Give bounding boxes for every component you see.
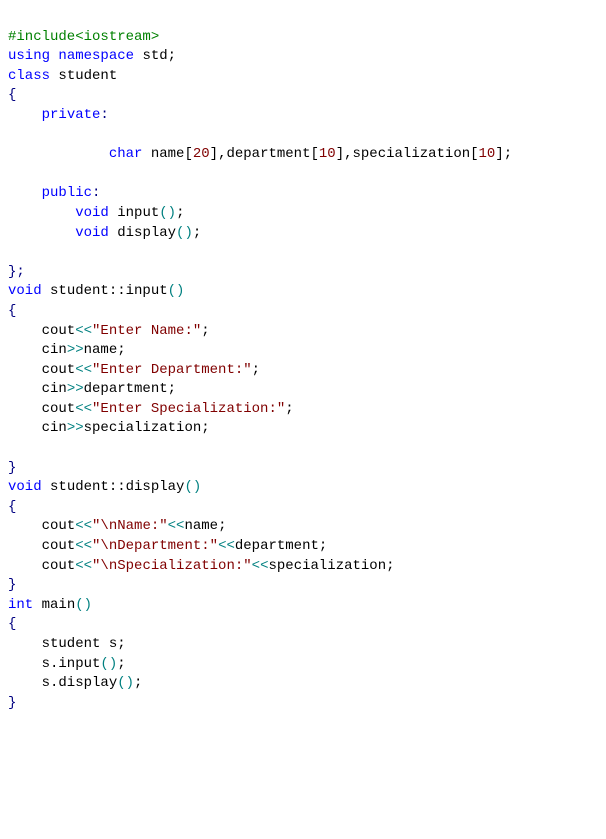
code-line: void display();: [8, 224, 598, 244]
code-line: cout<<"Enter Department:";: [8, 361, 598, 381]
code-line: [8, 126, 598, 146]
code-line: {: [8, 86, 598, 106]
code-line: [8, 439, 598, 459]
code-line: cin>>department;: [8, 380, 598, 400]
code-line: cout<<"\nDepartment:"<<department;: [8, 537, 598, 557]
code-line: };: [8, 263, 598, 283]
code-line: public:: [8, 184, 598, 204]
code-line: s.input();: [8, 655, 598, 675]
code-line: cout<<"Enter Specialization:";: [8, 400, 598, 420]
code-line: {: [8, 302, 598, 322]
code-line: char name[20],department[10],specializat…: [8, 145, 598, 165]
code-line: using namespace std;: [8, 47, 598, 67]
code-line: void student::input(): [8, 282, 598, 302]
code-line: [8, 243, 598, 263]
code-line: void student::display(): [8, 478, 598, 498]
code-block: #include<iostream>using namespace std;cl…: [8, 28, 598, 714]
code-line: private:: [8, 106, 598, 126]
code-line: }: [8, 694, 598, 714]
code-line: }: [8, 459, 598, 479]
code-line: cin>>specialization;: [8, 419, 598, 439]
code-line: [8, 165, 598, 185]
code-line: cout<<"Enter Name:";: [8, 322, 598, 342]
code-line: cout<<"\nName:"<<name;: [8, 517, 598, 537]
code-line: {: [8, 615, 598, 635]
code-line: cin>>name;: [8, 341, 598, 361]
code-line: {: [8, 498, 598, 518]
code-line: s.display();: [8, 674, 598, 694]
code-line: void input();: [8, 204, 598, 224]
code-line: }: [8, 576, 598, 596]
code-line: #include<iostream>: [8, 28, 598, 48]
code-line: cout<<"\nSpecialization:"<<specializatio…: [8, 557, 598, 577]
code-line: class student: [8, 67, 598, 87]
code-line: int main(): [8, 596, 598, 616]
